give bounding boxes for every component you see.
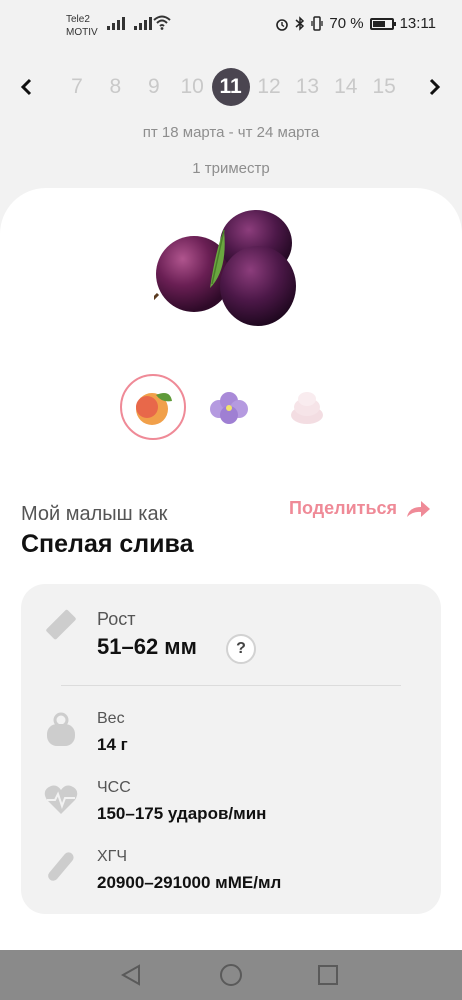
peach-option[interactable] xyxy=(120,374,186,440)
stats-panel: Рост 51–62 мм ? Вес 14 г ЧСС 150–175 уда… xyxy=(21,584,441,914)
chevron-left-icon xyxy=(20,78,32,96)
baby-size-title: Спелая слива xyxy=(21,530,194,558)
baby-like-label: Мой малыш как xyxy=(21,503,168,525)
status-bar: Tele2 MOTIV 70 % 13:11 xyxy=(0,0,462,52)
share-button[interactable]: Поделиться xyxy=(289,498,431,519)
weight-label: Вес xyxy=(97,710,125,727)
battery-icon xyxy=(369,17,396,30)
week-11[interactable]: 11 xyxy=(211,64,250,110)
next-week-button[interactable] xyxy=(423,75,447,99)
comparison-selector xyxy=(120,374,340,440)
ruler-icon xyxy=(46,609,76,640)
clock: 13:11 xyxy=(399,15,436,32)
signal-icon xyxy=(134,16,152,30)
carrier-line2: MOTIV xyxy=(66,27,98,38)
vibrate-icon xyxy=(311,16,324,31)
heart-rate-icon xyxy=(44,785,78,814)
divider xyxy=(61,685,401,686)
week-selector: 7 8 9 10 11 12 13 14 15 xyxy=(0,64,462,110)
week-14[interactable]: 14 xyxy=(327,64,365,110)
share-label: Поделиться xyxy=(289,498,398,518)
week-12[interactable]: 12 xyxy=(250,64,288,110)
wifi-icon xyxy=(153,15,171,30)
week-10[interactable]: 10 xyxy=(173,64,211,110)
heart-rate-value: 150–175 ударов/мин xyxy=(97,804,267,823)
heart-rate-label: ЧСС xyxy=(97,779,131,796)
marshmallow-option[interactable] xyxy=(274,374,340,440)
height-help-button[interactable]: ? xyxy=(226,634,256,664)
marshmallow-icon xyxy=(291,392,323,424)
week-date-range: пт 18 марта - чт 24 марта xyxy=(142,124,320,141)
week-9[interactable]: 9 xyxy=(135,64,173,110)
violet-option[interactable] xyxy=(197,374,263,440)
hcg-label: ХГЧ xyxy=(97,848,127,865)
help-label: ? xyxy=(236,640,246,657)
height-value: 51–62 мм xyxy=(97,634,197,659)
peach-icon xyxy=(136,393,172,425)
height-label: Рост xyxy=(97,609,136,629)
battery-percent: 70 % xyxy=(329,15,364,32)
violet-icon xyxy=(210,392,248,424)
carrier-label: Tele2 MOTIV xyxy=(66,13,98,39)
weight-value: 14 г xyxy=(97,735,128,754)
week-8[interactable]: 8 xyxy=(96,64,134,110)
week-7[interactable]: 7 xyxy=(58,64,96,110)
bluetooth-icon xyxy=(295,16,305,31)
week-15[interactable]: 15 xyxy=(365,64,403,110)
trimester-label: 1 триместр xyxy=(192,160,270,177)
carrier-line1: Tele2 xyxy=(66,14,90,25)
weight-icon xyxy=(47,712,75,746)
hcg-value: 20900–291000 мМЕ/мл xyxy=(97,873,282,892)
home-icon[interactable] xyxy=(219,963,243,987)
recents-icon[interactable] xyxy=(316,963,340,987)
share-arrow-icon xyxy=(407,500,431,517)
system-nav-bar xyxy=(0,950,462,1000)
plum-image xyxy=(154,210,296,326)
back-icon[interactable] xyxy=(119,963,143,987)
prev-week-button[interactable] xyxy=(14,75,38,99)
week-13[interactable]: 13 xyxy=(288,64,326,110)
alarm-icon xyxy=(276,18,289,31)
test-tube-icon xyxy=(48,852,74,881)
signal-icon xyxy=(107,16,125,30)
chevron-right-icon xyxy=(429,78,441,96)
